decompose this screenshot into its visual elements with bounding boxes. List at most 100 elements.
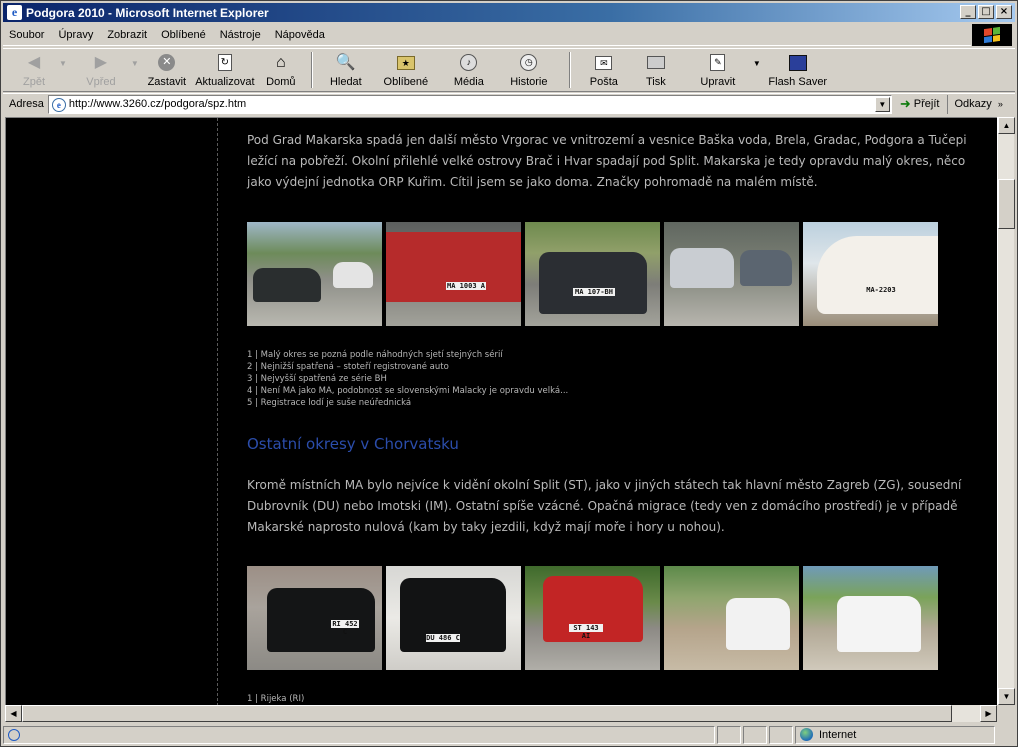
vertical-scroll-thumb[interactable] <box>998 179 1015 229</box>
links-label: Odkazy <box>954 98 992 110</box>
flash-saver-button[interactable]: Flash Saver <box>765 50 831 90</box>
favorites-button[interactable]: ★ Oblíbené <box>371 50 441 90</box>
address-input[interactable]: e http://www.3260.cz/podgora/spz.htm ▼ <box>47 94 892 114</box>
maximize-button[interactable]: □ <box>978 5 994 19</box>
scroll-down-button[interactable]: ▼ <box>998 688 1015 705</box>
back-label: Zpět <box>22 75 45 88</box>
photo-row-1: MA 1003 A MA 107-BH MA-2203 <box>247 222 938 326</box>
refresh-button[interactable]: ↻ Aktualizovat <box>191 50 259 90</box>
menu-view[interactable]: Zobrazit <box>107 29 147 41</box>
caption-item: 1 | Rijeka (RI) <box>247 694 305 704</box>
photo-row-2: RI 452 C DU 486 C ST 143 AI <box>247 566 938 670</box>
windows-logo <box>972 24 1012 46</box>
history-button[interactable]: ◷ Historie <box>497 50 561 90</box>
menu-edit[interactable]: Úpravy <box>58 29 93 41</box>
printer-icon <box>645 53 667 73</box>
section-heading: Ostatní okresy v Chorvatsku <box>247 435 459 453</box>
edit-button[interactable]: ✎ Upravit <box>683 50 753 90</box>
home-label: Domů <box>266 75 296 88</box>
links-bar[interactable]: Odkazy » <box>954 98 1002 110</box>
menu-tools[interactable]: Nástroje <box>220 29 261 41</box>
history-icon: ◷ <box>518 53 540 73</box>
status-pane <box>769 725 793 744</box>
page-viewport: Pod Grad Makarska spadá jen další město … <box>5 117 997 705</box>
caption-item: 1 | Malý okres se pozná podle náhodných … <box>247 350 503 360</box>
mail-button[interactable]: ✉ Pošta <box>579 50 629 90</box>
scroll-up-button[interactable]: ▲ <box>998 117 1015 134</box>
intro-paragraph: Pod Grad Makarska spadá jen další město … <box>247 133 967 189</box>
forward-arrow-icon: ▶ <box>94 53 108 71</box>
history-label: Historie <box>510 75 548 88</box>
search-icon: 🔍 <box>335 53 356 71</box>
search-label: Hledat <box>329 75 362 88</box>
flash-saver-icon <box>787 53 809 73</box>
window-title: Podgora 2010 - Microsoft Internet Explor… <box>26 5 269 20</box>
refresh-icon: ↻ <box>214 53 236 73</box>
stop-button[interactable]: ✕ Zastavit <box>143 50 191 90</box>
vertical-scrollbar[interactable]: ▲ ▼ <box>997 117 1015 705</box>
edit-dropdown[interactable]: ▼ <box>753 59 761 68</box>
status-text-pane <box>3 725 715 744</box>
back-dropdown[interactable]: ▼ <box>59 59 67 68</box>
menu-bar: Soubor Úpravy Zobrazit Oblíbené Nástroje… <box>3 24 971 46</box>
toolbar-separator <box>310 52 313 88</box>
license-plate: MA 107-BH <box>573 288 615 296</box>
ie-logo-icon: e <box>7 5 22 20</box>
flash-saver-label: Flash Saver <box>768 75 828 88</box>
photo-thumbnail[interactable] <box>664 566 799 670</box>
stop-label: Zastavit <box>147 75 187 88</box>
mail-icon: ✉ <box>593 53 615 73</box>
photo-thumbnail[interactable] <box>664 222 799 326</box>
photo-thumbnail[interactable]: RI 452 C <box>247 566 382 670</box>
address-bar: Adresa e http://www.3260.cz/podgora/spz.… <box>3 93 1015 114</box>
stop-icon: ✕ <box>156 53 178 73</box>
globe-icon <box>800 728 813 741</box>
photo-thumbnail[interactable]: ST 143 AI <box>525 566 660 670</box>
title-bar[interactable]: e Podgora 2010 - Microsoft Internet Expl… <box>3 3 1015 22</box>
forward-label: Vpřed <box>86 75 116 88</box>
photo-thumbnail[interactable] <box>247 222 382 326</box>
edit-label: Upravit <box>700 75 736 88</box>
go-label: Přejít <box>913 98 940 110</box>
home-icon: ⌂ <box>276 53 286 71</box>
license-plate: DU 486 C <box>426 634 460 642</box>
back-arrow-icon: ◀ <box>27 53 41 71</box>
go-button[interactable]: ➜ Přejít <box>900 94 949 114</box>
address-dropdown-button[interactable]: ▼ <box>874 96 890 112</box>
scroll-left-button[interactable]: ◀ <box>5 705 22 722</box>
caption-item: 5 | Registrace lodí je suše neúřednická <box>247 398 412 408</box>
menu-favorites[interactable]: Oblíbené <box>161 29 206 41</box>
favorites-folder-icon: ★ <box>395 53 417 73</box>
captions-list-1: 1 | Malý okres se pozná podle náhodných … <box>247 349 568 409</box>
scrollbar-corner <box>997 705 1014 722</box>
photo-thumbnail[interactable]: MA 107-BH <box>525 222 660 326</box>
print-button[interactable]: Tisk <box>629 50 683 90</box>
menu-file[interactable]: Soubor <box>9 29 44 41</box>
photo-thumbnail[interactable]: MA 1003 A <box>386 222 521 326</box>
window-controls: _ □ × <box>960 5 1012 19</box>
search-button[interactable]: 🔍 Hledat <box>321 50 371 90</box>
menu-help[interactable]: Nápověda <box>275 29 325 41</box>
photo-thumbnail[interactable] <box>803 566 938 670</box>
photo-thumbnail[interactable]: MA-2203 <box>803 222 938 326</box>
close-button[interactable]: × <box>996 5 1012 19</box>
home-button[interactable]: ⌂ Domů <box>259 50 303 90</box>
horizontal-scroll-thumb[interactable] <box>22 705 952 722</box>
forward-button[interactable]: ▶ Vpřed <box>71 50 131 90</box>
minimize-button[interactable]: _ <box>960 5 976 19</box>
back-button[interactable]: ◀ Zpět <box>9 50 59 90</box>
status-bar: Internet <box>3 724 1015 745</box>
media-button[interactable]: ♪ Média <box>441 50 497 90</box>
caption-item: 4 | Není MA jako MA, podobnost se sloven… <box>247 386 569 396</box>
photo-thumbnail[interactable]: DU 486 C <box>386 566 521 670</box>
toolbar-separator <box>568 52 571 88</box>
browser-window: e Podgora 2010 - Microsoft Internet Expl… <box>0 0 1018 747</box>
print-label: Tisk <box>645 75 666 88</box>
toolbar: ◀ Zpět ▼ ▶ Vpřed ▼ ✕ Zastavit ↻ Aktualiz… <box>3 48 1015 92</box>
horizontal-scrollbar[interactable]: ◀ ▶ <box>5 705 997 722</box>
scroll-right-button[interactable]: ▶ <box>980 705 997 722</box>
status-pane <box>743 725 767 744</box>
page-sidebar <box>6 118 218 705</box>
license-plate: MA-2203 <box>866 286 896 294</box>
forward-dropdown[interactable]: ▼ <box>131 59 139 68</box>
